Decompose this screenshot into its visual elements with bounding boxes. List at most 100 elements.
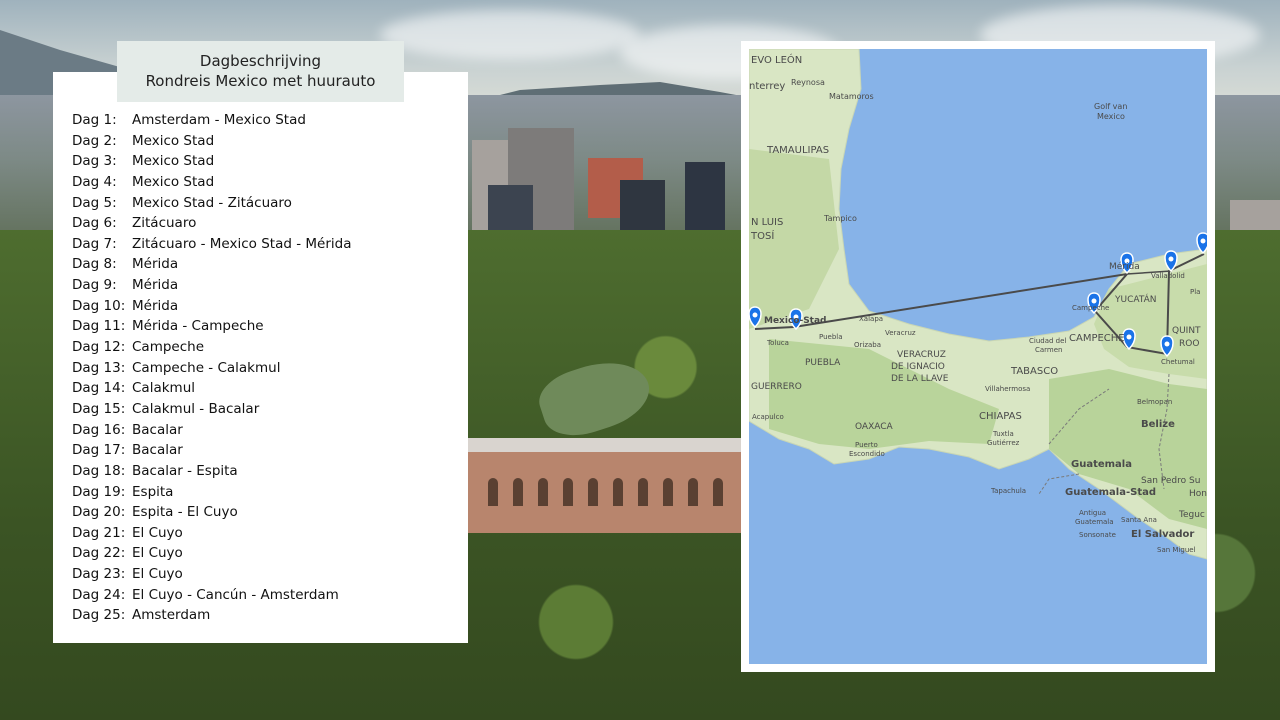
- day-description: Bacalar: [132, 421, 183, 438]
- day-row: Dag 8: Mérida: [72, 256, 462, 277]
- map-label: YUCATÁN: [1114, 293, 1157, 305]
- day-description: Zitácuaro: [132, 215, 197, 232]
- map-label: DE LA LLAVE: [891, 374, 949, 384]
- day-label: Dag 21:: [72, 524, 126, 541]
- map-label: TABASCO: [1010, 366, 1058, 377]
- day-label: Dag 12:: [72, 339, 126, 356]
- day-row: Dag 11: Mérida - Campeche: [72, 318, 462, 339]
- day-description: Mérida - Campeche: [132, 318, 264, 335]
- map-label: Chetumal: [1161, 358, 1195, 366]
- map-label: QUINT: [1172, 326, 1201, 336]
- itinerary-title-box: Dagbeschrijving Rondreis Mexico met huur…: [117, 41, 404, 102]
- map-label: DE IGNACIO: [891, 362, 945, 372]
- day-description: El Cuyo: [132, 566, 183, 583]
- map-label: Campeche: [1072, 304, 1109, 312]
- map-label: San Pedro Su: [1141, 476, 1200, 486]
- day-description: El Cuyo: [132, 524, 183, 541]
- day-row: Dag 2: Mexico Stad: [72, 133, 462, 154]
- day-description: Mexico Stad: [132, 153, 215, 170]
- day-description: Calakmul: [132, 380, 195, 397]
- day-row: Dag 24: El Cuyo - Cancún - Amsterdam: [72, 587, 462, 608]
- map-label: Toluca: [766, 339, 789, 347]
- day-description: Amsterdam: [132, 607, 211, 624]
- map-label: Acapulco: [752, 413, 784, 421]
- map-label: GUERRERO: [751, 382, 802, 392]
- map-label: N LUIS: [751, 217, 783, 228]
- map-label: Puerto: [855, 441, 878, 449]
- map-label: Tuxtla: [992, 430, 1014, 438]
- map-label: Guatemala-Stad: [1065, 487, 1156, 498]
- day-label: Dag 6:: [72, 215, 117, 232]
- day-label: Dag 4:: [72, 173, 117, 190]
- day-label: Dag 15:: [72, 400, 126, 417]
- map-label: OAXACA: [855, 422, 894, 432]
- itinerary-subtitle: Rondreis Mexico met huurauto: [145, 72, 376, 90]
- map-label: Ciudad del: [1029, 337, 1066, 345]
- day-label: Dag 11:: [72, 318, 126, 335]
- map-label: Golf van: [1094, 102, 1127, 111]
- day-description: Campeche - Calakmul: [132, 359, 281, 376]
- day-row: Dag 14: Calakmul: [72, 380, 462, 401]
- day-label: Dag 7:: [72, 235, 117, 252]
- day-description: Espita - El Cuyo: [132, 504, 238, 521]
- day-description: El Cuyo - Cancún - Amsterdam: [132, 586, 339, 603]
- map-label: Xalapa: [859, 315, 883, 323]
- map-label: Gutiérrez: [987, 439, 1020, 447]
- map-label: TAMAULIPAS: [766, 145, 829, 156]
- day-row: Dag 10: Mérida: [72, 298, 462, 319]
- day-row: Dag 3: Mexico Stad: [72, 153, 462, 174]
- day-label: Dag 5:: [72, 194, 117, 211]
- day-row: Dag 16: Bacalar: [72, 422, 462, 443]
- map-label: Guatemala: [1075, 518, 1114, 526]
- day-label: Dag 3:: [72, 153, 117, 170]
- day-row: Dag 1: Amsterdam - Mexico Stad: [72, 112, 462, 133]
- day-description: Calakmul - Bacalar: [132, 400, 260, 417]
- day-label: Dag 8:: [72, 256, 117, 273]
- map-label: TOSÍ: [750, 229, 774, 242]
- day-row: Dag 17: Bacalar: [72, 442, 462, 463]
- map-label: Santa Ana: [1121, 516, 1157, 524]
- map-label: Tampico: [823, 214, 857, 223]
- day-row: Dag 9: Mérida: [72, 277, 462, 298]
- day-row: Dag 5: Mexico Stad - Zitácuaro: [72, 195, 462, 216]
- day-row: Dag 4: Mexico Stad: [72, 174, 462, 195]
- day-description: Mérida: [132, 297, 179, 314]
- day-label: Dag 1:: [72, 112, 117, 128]
- day-description: Mérida: [132, 256, 179, 273]
- day-description: Amsterdam - Mexico Stad: [132, 112, 306, 128]
- day-description: Mérida: [132, 277, 179, 294]
- map-label: Mérida: [1109, 261, 1140, 272]
- day-label: Dag 17:: [72, 442, 126, 459]
- day-label: Dag 16:: [72, 421, 126, 438]
- day-description: Bacalar: [132, 442, 183, 459]
- day-label: Dag 14:: [72, 380, 126, 397]
- map-svg: EVO LEÓN Reynosa nterrey Matamoros Golf …: [749, 49, 1207, 664]
- day-description: Mexico Stad - Zitácuaro: [132, 194, 292, 211]
- map-label: Guatemala: [1071, 459, 1132, 470]
- map-label: Reynosa: [791, 78, 825, 87]
- tower: [685, 162, 725, 232]
- map-label: VERACRUZ: [897, 350, 946, 360]
- map-label: EVO LEÓN: [751, 53, 802, 66]
- day-list: Dag 1: Amsterdam - Mexico Stad Dag 2: Mexi…: [72, 112, 462, 628]
- map-label: Matamoros: [829, 92, 874, 101]
- map-label: CHIAPAS: [979, 411, 1022, 422]
- day-label: Dag 9:: [72, 277, 117, 294]
- route-map[interactable]: EVO LEÓN Reynosa nterrey Matamoros Golf …: [749, 49, 1207, 664]
- day-row: Dag 12: Campeche: [72, 339, 462, 360]
- map-label: Carmen: [1035, 346, 1063, 354]
- day-label: Dag 23:: [72, 566, 126, 583]
- map-label: Teguc: [1178, 510, 1205, 520]
- map-label: PUEBLA: [805, 358, 841, 368]
- day-row: Dag 6: Zitácuaro: [72, 215, 462, 236]
- day-description: Campeche: [132, 339, 205, 356]
- day-row: Dag 7: Zitácuaro - Mexico Stad - Mérida: [72, 236, 462, 257]
- day-row: Dag 20: Espita - El Cuyo: [72, 504, 462, 525]
- day-row: Dag 18: Bacalar - Espita: [72, 463, 462, 484]
- map-label: Belmopan: [1137, 398, 1172, 406]
- day-description: Mexico Stad: [132, 132, 215, 149]
- day-label: Dag 2:: [72, 132, 117, 149]
- map-label: ROO: [1179, 339, 1199, 349]
- day-description: El Cuyo: [132, 545, 183, 562]
- day-row: Dag 21: El Cuyo: [72, 525, 462, 546]
